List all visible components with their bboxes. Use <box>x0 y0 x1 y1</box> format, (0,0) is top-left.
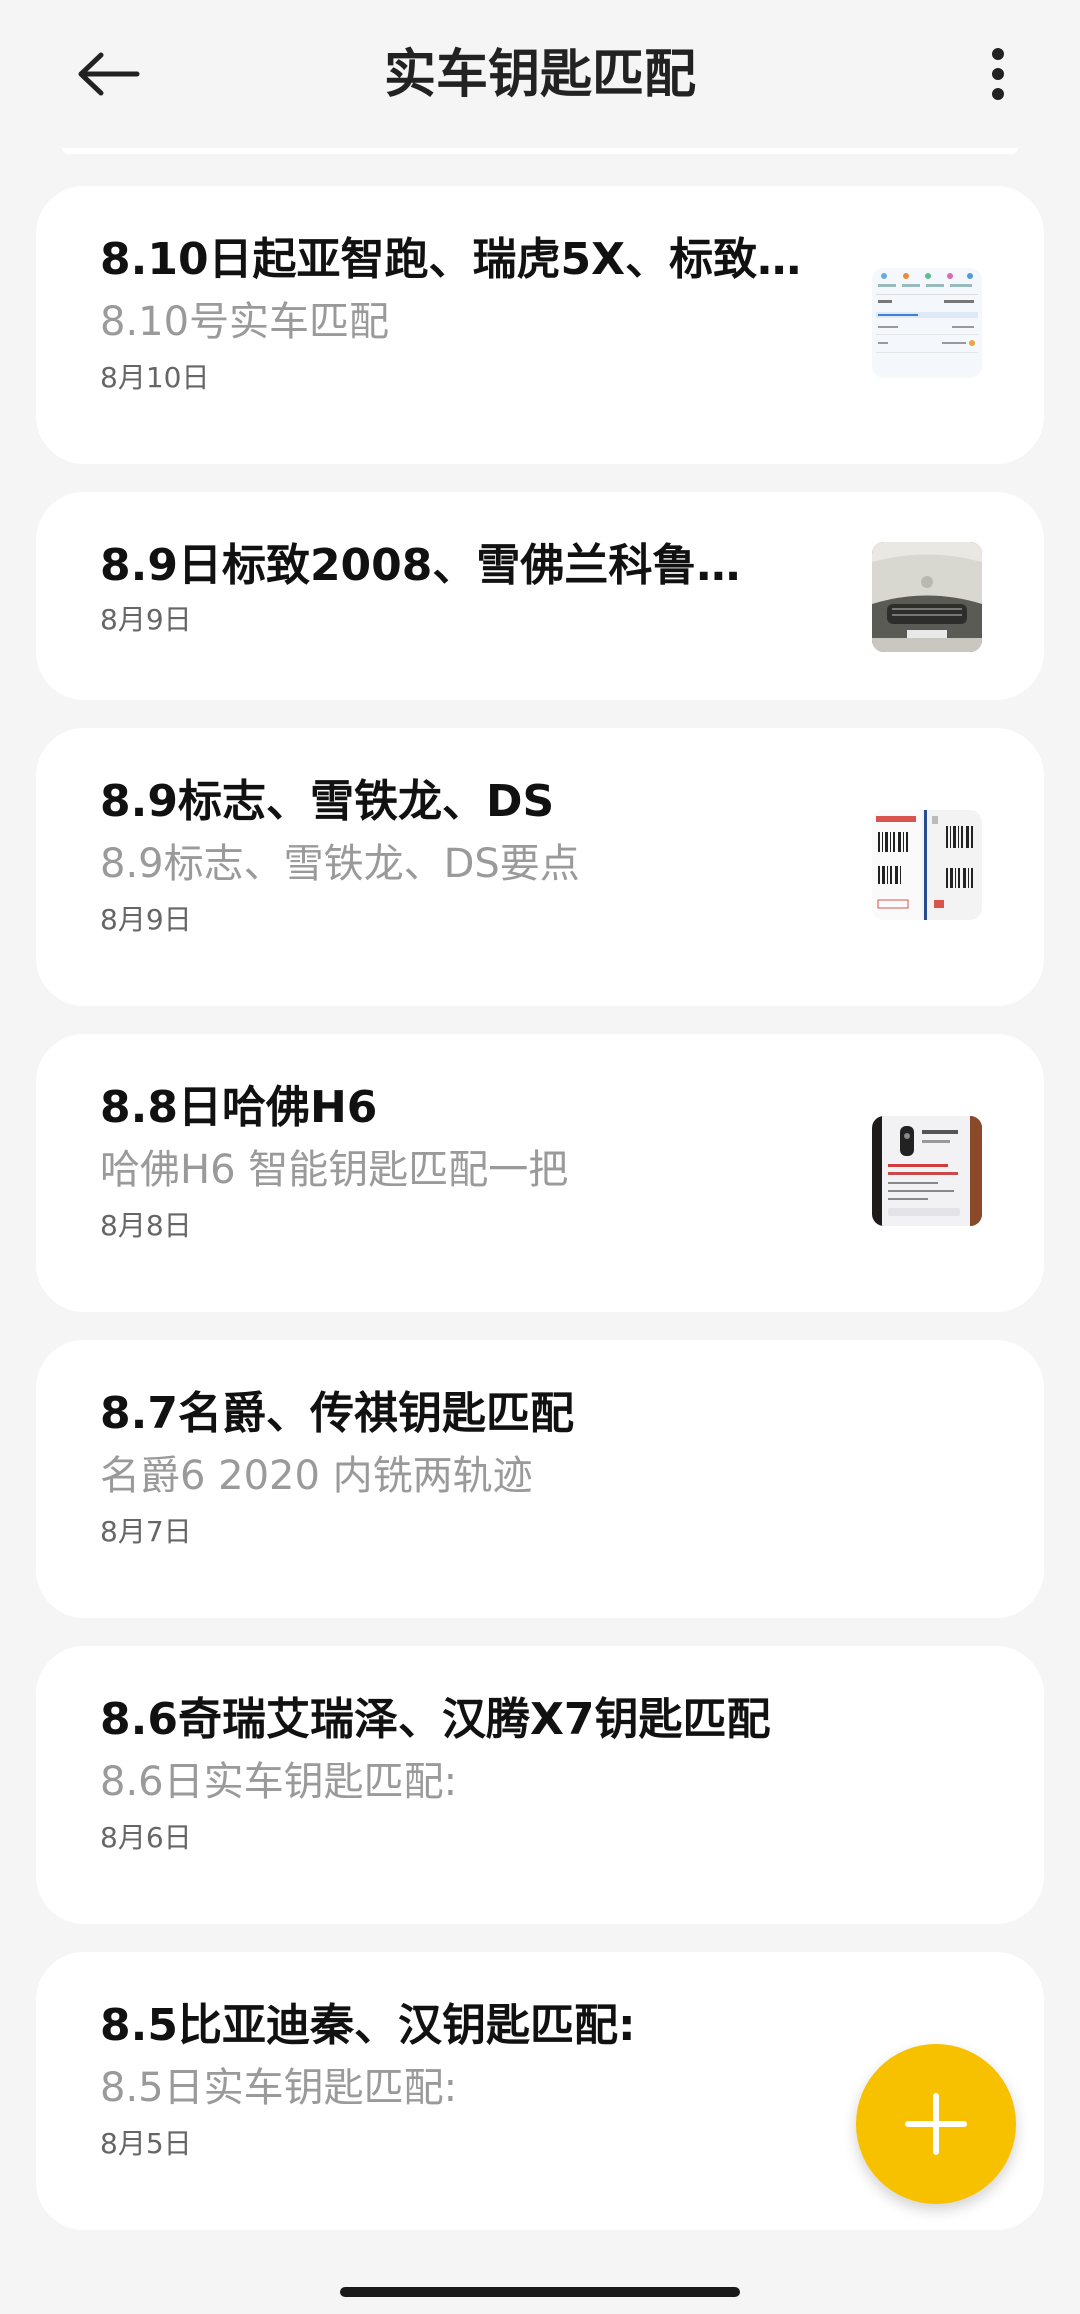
note-title: 8.8日哈佛H6 <box>100 1082 378 1133</box>
more-vertical-icon <box>992 48 1004 100</box>
notes-folder-screen: 实车钥匙匹配 8.10日起亚智跑、瑞虎5X、标致… 8.10号实车匹配 8月10… <box>0 0 1080 2314</box>
previous-card-edge <box>62 148 1018 154</box>
note-date: 8月10日 <box>100 361 210 394</box>
note-title: 8.9标志、雪铁龙、DS <box>100 776 555 827</box>
plus-icon <box>905 2093 967 2155</box>
car-front-photo-thumbnail <box>872 542 982 652</box>
note-date: 8月9日 <box>100 903 192 936</box>
note-preview: 8.9标志、雪铁龙、DS要点 <box>100 841 580 887</box>
note-title: 8.6奇瑞艾瑞泽、汉腾X7钥匙匹配 <box>100 1694 771 1745</box>
note-title: 8.5比亚迪秦、汉钥匙匹配: <box>100 2000 636 2051</box>
app-header: 实车钥匙匹配 <box>0 0 1080 150</box>
note-preview: 8.6日实车钥匙匹配: <box>100 1759 458 1805</box>
add-note-button[interactable] <box>856 2044 1016 2204</box>
notes-list: 8.10日起亚智跑、瑞虎5X、标致… 8.10号实车匹配 8月10日 8.9日标… <box>36 186 1044 2258</box>
note-card[interactable]: 8.6奇瑞艾瑞泽、汉腾X7钥匙匹配 8.6日实车钥匙匹配: 8月6日 <box>36 1646 1044 1924</box>
note-card[interactable]: 8.9标志、雪铁龙、DS 8.9标志、雪铁龙、DS要点 8月9日 <box>36 728 1044 1006</box>
note-date: 8月8日 <box>100 1209 192 1242</box>
note-card[interactable]: 8.9日标致2008、雪佛兰科鲁… 8月9日 <box>36 492 1044 700</box>
phone-screen-thumbnail <box>872 1116 982 1226</box>
more-options-button[interactable] <box>960 36 1036 112</box>
note-card[interactable]: 8.10日起亚智跑、瑞虎5X、标致… 8.10号实车匹配 8月10日 <box>36 186 1044 464</box>
note-title: 8.10日起亚智跑、瑞虎5X、标致… <box>100 234 802 285</box>
note-card[interactable]: 8.8日哈佛H6 哈佛H6 智能钥匙匹配一把 8月8日 <box>36 1034 1044 1312</box>
note-preview: 8.10号实车匹配 <box>100 299 390 345</box>
note-preview: 8.5日实车钥匙匹配: <box>100 2065 458 2111</box>
home-indicator[interactable] <box>340 2287 740 2297</box>
barcode-labels-thumbnail <box>872 810 982 920</box>
note-date: 8月7日 <box>100 1515 192 1548</box>
note-title: 8.9日标致2008、雪佛兰科鲁… <box>100 540 741 591</box>
note-preview: 名爵6 2020 内铣两轨迹 <box>100 1453 533 1499</box>
note-title: 8.7名爵、传祺钥匙匹配 <box>100 1388 574 1439</box>
note-preview: 哈佛H6 智能钥匙匹配一把 <box>100 1147 569 1193</box>
note-date: 8月9日 <box>100 603 192 636</box>
note-card[interactable]: 8.7名爵、传祺钥匙匹配 名爵6 2020 内铣两轨迹 8月7日 <box>36 1340 1044 1618</box>
page-title: 实车钥匙匹配 <box>383 45 696 105</box>
app-screenshot-thumbnail <box>872 268 982 378</box>
note-date: 8月5日 <box>100 2127 192 2160</box>
note-date: 8月6日 <box>100 1821 192 1854</box>
